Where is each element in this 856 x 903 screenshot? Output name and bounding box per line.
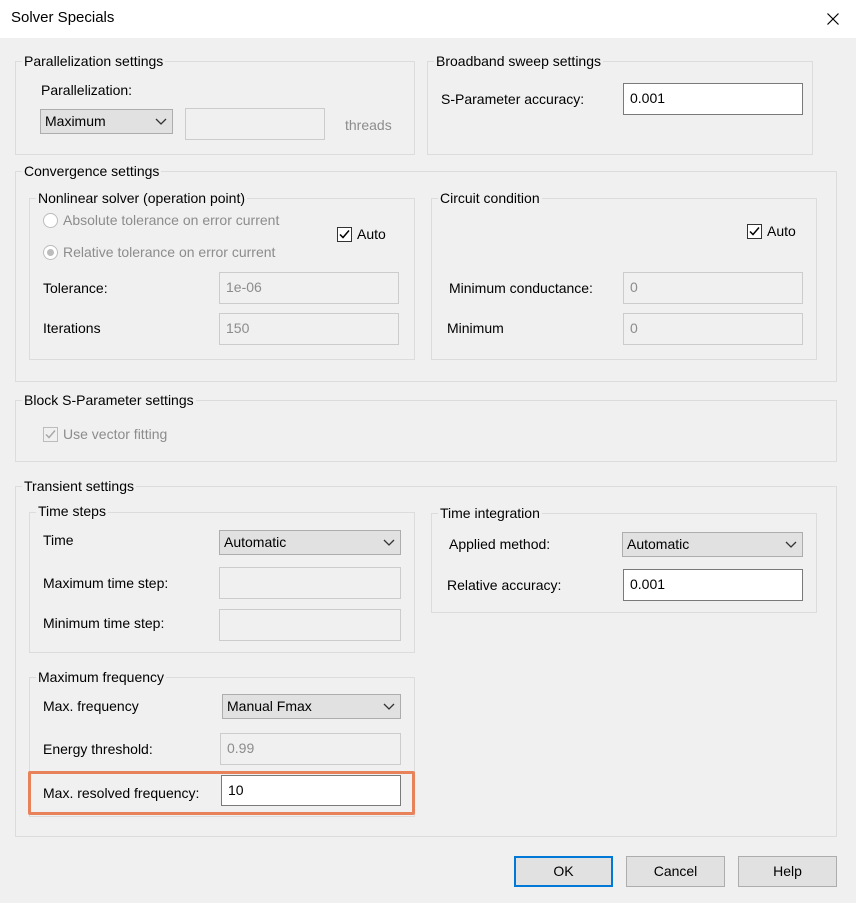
circuit-auto-checkbox[interactable] — [747, 224, 762, 239]
cancel-button[interactable]: Cancel — [626, 856, 725, 887]
close-button[interactable] — [810, 0, 856, 38]
vector-fitting-checkbox — [43, 427, 58, 442]
nonlinear-solver-group-title: Nonlinear solver (operation point) — [36, 190, 247, 206]
relative-accuracy-input[interactable]: 0.001 — [623, 569, 803, 601]
time-selected: Automatic — [224, 534, 287, 550]
chevron-down-icon — [155, 118, 167, 125]
applied-method-label: Applied method: — [449, 536, 551, 552]
minimum-input: 0 — [623, 313, 803, 345]
time-select[interactable]: Automatic — [219, 530, 401, 555]
max-frequency-group-title: Maximum frequency — [36, 669, 167, 685]
tolerance-input: 1e-06 — [219, 272, 399, 304]
checkmark-icon — [749, 227, 760, 236]
relative-tolerance-label: Relative tolerance on error current — [63, 244, 276, 260]
chevron-down-icon — [383, 703, 395, 710]
applied-method-selected: Automatic — [627, 536, 690, 552]
transient-group-title: Transient settings — [22, 478, 136, 494]
chevron-down-icon — [383, 539, 395, 546]
minimum-label: Minimum — [447, 320, 504, 336]
min-time-step-label: Minimum time step: — [43, 615, 165, 631]
absolute-tolerance-label: Absolute tolerance on error current — [63, 212, 280, 228]
circuit-auto-label: Auto — [767, 223, 796, 239]
threads-input — [185, 108, 325, 140]
applied-method-select[interactable]: Automatic — [622, 532, 803, 557]
sparam-accuracy-label: S-Parameter accuracy: — [441, 91, 585, 107]
tolerance-label: Tolerance: — [43, 280, 108, 296]
parallelization-label: Parallelization: — [41, 82, 133, 98]
min-conductance-label: Minimum conductance: — [449, 280, 593, 296]
nonlinear-auto-label: Auto — [357, 226, 386, 242]
close-icon — [827, 13, 839, 25]
energy-threshold-input: 0.99 — [220, 733, 401, 765]
parallelization-group-title: Parallelization settings — [22, 53, 166, 69]
max-frequency-label: Max. frequency — [43, 698, 139, 714]
parallelization-selected: Maximum — [45, 113, 106, 129]
checkmark-icon — [45, 430, 56, 439]
sparam-accuracy-input[interactable]: 0.001 — [623, 83, 803, 115]
energy-threshold-label: Energy threshold: — [43, 741, 153, 757]
time-label: Time — [43, 532, 74, 548]
relative-tolerance-radio — [43, 245, 58, 260]
max-frequency-selected: Manual Fmax — [227, 698, 312, 714]
parallelization-select[interactable]: Maximum — [40, 109, 173, 134]
broadband-group-title: Broadband sweep settings — [434, 53, 603, 69]
min-time-step-input — [219, 609, 401, 641]
window-title: Solver Specials — [11, 9, 115, 26]
max-time-step-label: Maximum time step: — [43, 575, 169, 591]
checkmark-icon — [339, 230, 350, 239]
time-integration-group-title: Time integration — [438, 505, 542, 521]
max-resolved-frequency-input[interactable]: 10 — [221, 775, 401, 806]
threads-label: threads — [345, 117, 392, 133]
relative-accuracy-label: Relative accuracy: — [447, 577, 562, 593]
time-steps-group-title: Time steps — [36, 503, 108, 519]
block-sparam-group-title: Block S-Parameter settings — [22, 392, 196, 408]
iterations-input: 150 — [219, 313, 399, 345]
chevron-down-icon — [785, 541, 797, 548]
title-bar: Solver Specials — [0, 0, 856, 38]
max-time-step-input — [219, 567, 401, 599]
circuit-condition-group-title: Circuit condition — [438, 190, 542, 206]
max-resolved-frequency-label: Max. resolved frequency: — [43, 785, 200, 801]
ok-button[interactable]: OK — [514, 856, 613, 887]
iterations-label: Iterations — [43, 320, 101, 336]
max-frequency-select[interactable]: Manual Fmax — [222, 694, 401, 719]
convergence-group-title: Convergence settings — [22, 163, 162, 179]
nonlinear-auto-checkbox[interactable] — [337, 227, 352, 242]
vector-fitting-label: Use vector fitting — [63, 426, 168, 442]
absolute-tolerance-radio — [43, 213, 58, 228]
help-button[interactable]: Help — [738, 856, 837, 887]
min-conductance-input: 0 — [623, 272, 803, 304]
